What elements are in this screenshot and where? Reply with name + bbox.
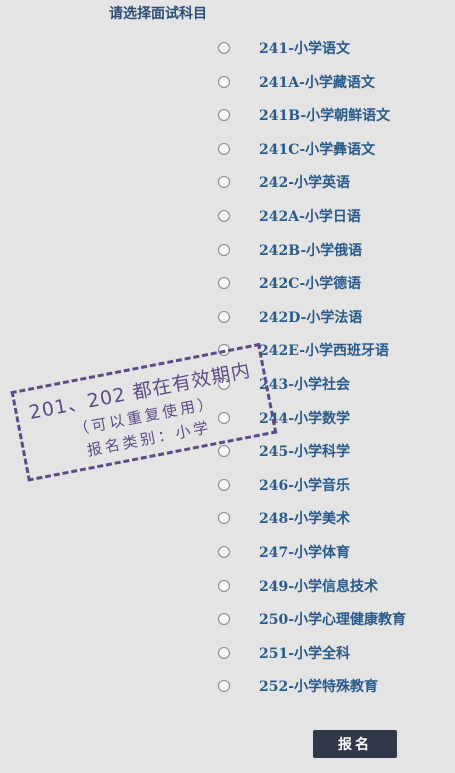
subject-option[interactable]: 242E-小学西班牙语 — [218, 339, 448, 361]
subject-option-label: 252-小学特殊教育 — [259, 679, 379, 696]
subject-option[interactable]: 241-小学语文 — [218, 37, 448, 59]
radio-button[interactable] — [218, 42, 230, 54]
subject-option[interactable]: 245-小学科学 — [218, 440, 448, 462]
stamp-line-category: 报名类别：小学 — [85, 417, 213, 460]
radio-button[interactable] — [218, 277, 230, 290]
subject-option[interactable]: 242D-小学法语 — [218, 306, 448, 328]
subject-option[interactable]: 241C-小学彝语文 — [218, 138, 448, 160]
radio-button[interactable] — [218, 310, 230, 323]
subject-option-label: 248-小学美术 — [259, 511, 351, 528]
register-button[interactable]: 报名 — [313, 730, 397, 758]
subject-option[interactable]: 244-小学数学 — [218, 407, 448, 429]
subject-option[interactable]: 247-小学体育 — [218, 541, 448, 563]
subject-option[interactable]: 246-小学音乐 — [218, 474, 448, 496]
subject-option[interactable]: 242A-小学日语 — [218, 205, 448, 227]
radio-button[interactable] — [218, 243, 230, 256]
subject-option-label: 241B-小学朝鲜语文 — [259, 108, 391, 125]
radio-button[interactable] — [218, 478, 230, 491]
subject-option[interactable]: 243-小学社会 — [218, 373, 448, 395]
subject-option-label: 242B-小学俄语 — [259, 242, 363, 259]
subject-option[interactable]: 252-小学特殊教育 — [218, 675, 448, 697]
radio-button[interactable] — [218, 210, 230, 222]
subject-option-label: 246-小学音乐 — [259, 477, 351, 494]
radio-button[interactable] — [218, 680, 230, 693]
radio-button[interactable] — [218, 176, 230, 189]
radio-button[interactable] — [218, 579, 230, 592]
subject-option[interactable]: 242B-小学俄语 — [218, 239, 448, 261]
radio-button[interactable] — [218, 445, 230, 458]
subject-option[interactable]: 242C-小学德语 — [218, 272, 448, 294]
subject-option-label: 242C-小学德语 — [259, 276, 362, 293]
subject-option-label: 249-小学信息技术 — [259, 578, 379, 595]
stamp-line-reusable: （可以重复使用） — [72, 393, 217, 439]
subject-option-label: 243-小学社会 — [259, 377, 351, 393]
radio-button[interactable] — [218, 546, 230, 558]
subject-option[interactable]: 241B-小学朝鲜语文 — [218, 104, 448, 126]
subject-option-label: 242A-小学日语 — [259, 209, 361, 225]
subject-option[interactable]: 251-小学全科 — [218, 642, 448, 664]
radio-button[interactable] — [218, 646, 230, 659]
subject-option[interactable]: 250-小学心理健康教育 — [218, 608, 448, 630]
subject-option[interactable]: 249-小学信息技术 — [218, 575, 448, 597]
subject-option[interactable]: 241A-小学藏语文 — [218, 71, 448, 93]
subject-option[interactable]: 248-小学美术 — [218, 507, 448, 529]
radio-button[interactable] — [218, 142, 230, 155]
subject-option-label: 241-小学语文 — [259, 41, 351, 57]
radio-button[interactable] — [218, 75, 230, 88]
radio-button[interactable] — [218, 344, 230, 357]
subject-option-label: 242E-小学西班牙语 — [259, 343, 389, 360]
page-title: 请选择面试科目 — [109, 6, 207, 22]
subject-option-label: 244-小学数学 — [259, 410, 351, 427]
radio-button[interactable] — [218, 411, 230, 424]
subject-option-label: 242D-小学法语 — [259, 309, 363, 326]
subject-option-label: 242-小学英语 — [259, 175, 351, 192]
radio-button[interactable] — [218, 109, 230, 122]
subject-option-label: 250-小学心理健康教育 — [259, 612, 407, 629]
subject-option-label: 251-小学全科 — [259, 645, 351, 662]
subject-option[interactable]: 242-小学英语 — [218, 171, 448, 193]
subject-option-label: 241A-小学藏语文 — [259, 74, 375, 91]
subject-option-label: 247-小学体育 — [259, 545, 351, 561]
radio-button[interactable] — [218, 378, 230, 390]
radio-button[interactable] — [218, 512, 230, 525]
subject-option-label: 245-小学科学 — [259, 444, 351, 461]
subject-option-label: 241C-小学彝语文 — [259, 141, 376, 158]
radio-button[interactable] — [218, 613, 230, 626]
